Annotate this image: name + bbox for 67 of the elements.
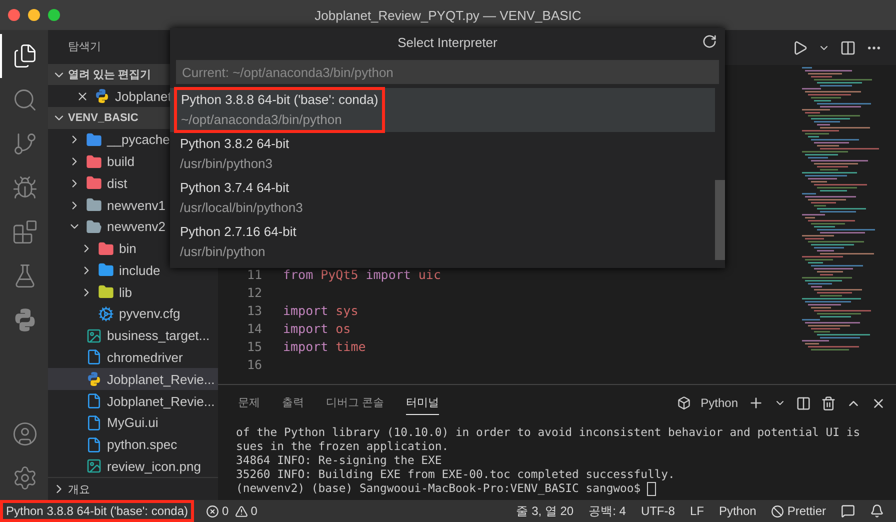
tree-item[interactable]: review_icon.png: [48, 455, 218, 478]
minimize-window-button[interactable]: [28, 9, 40, 21]
python-icon: [86, 371, 102, 388]
trash-icon[interactable]: [821, 396, 836, 410]
warning-icon: [234, 504, 248, 518]
tree-item[interactable]: pyvenv.cfg: [48, 303, 218, 325]
bell-icon[interactable]: [870, 504, 884, 518]
run-icon[interactable]: [792, 40, 808, 56]
tree-item[interactable]: lib: [48, 281, 218, 304]
interpreter-option[interactable]: Python 3.7.4 64-bit /usr/local/bin/python3: [170, 176, 715, 220]
code-line: 15 import time: [246, 338, 367, 355]
panel-tab[interactable]: 문제: [238, 391, 260, 415]
interpreter-input[interactable]: Current: ~/opt/anaconda3/bin/python: [176, 60, 719, 84]
scrollbar-thumb[interactable]: [715, 180, 725, 260]
terminal-line: of the Python library (10.10.0) in order to avoid inconsistent behavior and potential UI is: [236, 425, 862, 439]
status-item[interactable]: UTF-8: [640, 504, 675, 518]
image-file-icon: [86, 328, 102, 344]
cube-icon: [676, 396, 691, 410]
code-line: 13 import sys: [246, 302, 360, 319]
close-window-button[interactable]: [8, 9, 20, 21]
terminal-line: 35260 INFO: Building EXE from EXE-00.toc completed successfully.: [236, 467, 676, 481]
tree-item[interactable]: Jobplanet_Revie...: [48, 390, 218, 412]
status-item[interactable]: Prettier: [787, 504, 826, 518]
tree-item[interactable]: chromedriver: [48, 346, 218, 368]
python-icon: [94, 88, 110, 104]
terminal-selector[interactable]: Python: [700, 396, 738, 410]
status-item[interactable]: 줄 3, 열 20: [516, 502, 574, 520]
image-file-icon: [86, 458, 102, 474]
window-title: Jobplanet_Review_PYQT.py — VENV_BASIC: [314, 8, 582, 22]
terminal-line: 34864 INFO: Re-signing the EXE: [236, 453, 443, 467]
error-icon: [206, 504, 220, 518]
code-line: 14 import os: [246, 320, 352, 337]
terminal-line: sues in the frozen application.: [236, 439, 450, 453]
status-item[interactable]: Python: [718, 504, 756, 518]
tree-item[interactable]: python.spec: [48, 434, 218, 456]
interpreter-status[interactable]: Python 3.8.8 64-bit ('base': conda): [0, 500, 194, 522]
panel-tab[interactable]: 터미널: [406, 391, 440, 415]
file-icon: [86, 393, 102, 409]
refresh-icon[interactable]: [702, 34, 717, 49]
tree-item[interactable]: Jobplanet_Revie...: [48, 368, 218, 390]
status-item[interactable]: LF: [690, 504, 704, 518]
tree-item[interactable]: MyGui.ui: [48, 412, 218, 434]
code-line: 11 from PyQt5 import uic: [246, 266, 442, 283]
file-icon: [86, 436, 102, 453]
file-icon: [86, 349, 102, 366]
code-line: 16: [246, 356, 263, 373]
tree-item[interactable]: business_target...: [48, 324, 218, 347]
errors-count[interactable]: 0: [222, 504, 229, 518]
panel-tab[interactable]: 출력: [282, 391, 304, 415]
prohibited-icon: [771, 504, 784, 518]
interpreter-option[interactable]: Python 3.8.2 64-bit /usr/bin/python3: [170, 132, 715, 176]
panel-tab[interactable]: 디버그 콘솔: [326, 391, 384, 415]
gear-icon: [98, 306, 114, 322]
interpreter-option[interactable]: Python 3.8.8 64-bit ('base': conda) ~/opt/anaconda3/bin/python: [170, 88, 715, 132]
split-terminal-icon[interactable]: [796, 396, 811, 410]
terminal-line: (newvenv2) (base) Sangwooui-MacBook-Pro:VENV_BASIC sangwoo$: [236, 481, 878, 496]
file-icon: [86, 414, 102, 431]
picker-title: Select Interpreter: [398, 34, 498, 50]
maximize-window-button[interactable]: [48, 9, 60, 21]
status-item[interactable]: 공백: 4: [588, 502, 626, 520]
sidebar-title: 탐색기: [67, 40, 102, 56]
plus-icon[interactable]: [748, 395, 764, 411]
feedback-icon[interactable]: [841, 504, 855, 518]
close-icon[interactable]: [76, 90, 89, 103]
split-editor-icon[interactable]: [840, 40, 856, 56]
code-line: 12: [246, 284, 263, 301]
warnings-count[interactable]: 0: [250, 504, 258, 518]
